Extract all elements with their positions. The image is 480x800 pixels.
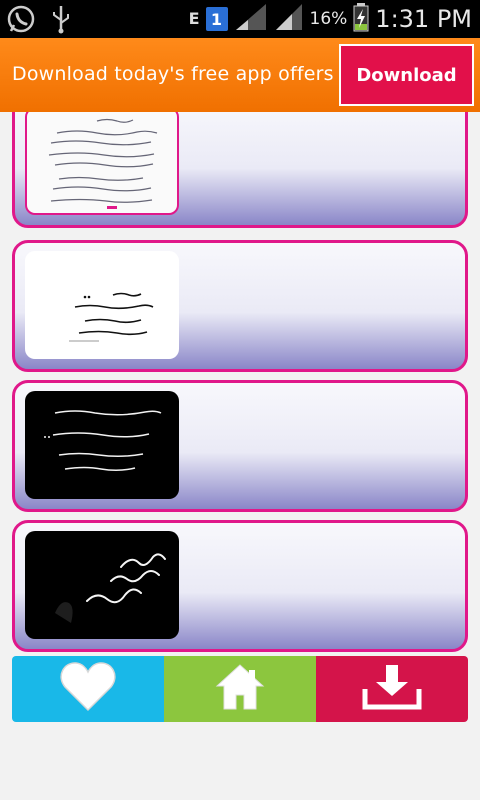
signal-icon [234, 2, 268, 36]
network-type: E [188, 9, 200, 28]
signal-icon-2 [274, 2, 304, 36]
favorites-button[interactable] [12, 656, 164, 722]
status-left [6, 4, 72, 38]
home-button[interactable] [164, 656, 316, 722]
download-icon [360, 663, 424, 715]
list-item[interactable] [12, 520, 468, 652]
whatsapp-icon [6, 4, 36, 38]
sim-badge: 1 [205, 7, 228, 31]
home-icon [215, 662, 265, 716]
battery-percent: 16% [309, 9, 348, 29]
status-bar: E 1 16% 1:31 PM [0, 0, 480, 38]
ad-text: Download today's free app offers [12, 63, 334, 85]
download-button[interactable] [316, 656, 468, 722]
usb-icon [50, 4, 72, 38]
heart-icon [60, 661, 116, 717]
ad-download-button[interactable]: Download [339, 44, 474, 106]
quote-image-1 [25, 112, 179, 215]
quote-image-2 [25, 251, 179, 359]
status-right: E 1 16% 1:31 PM [189, 2, 472, 36]
clock: 1:31 PM [375, 5, 472, 33]
list-item[interactable] [12, 380, 468, 512]
list-item[interactable] [12, 240, 468, 372]
ad-banner[interactable]: Download today's free app offers Downloa… [0, 38, 480, 112]
battery-charging-icon [353, 2, 369, 36]
list-item[interactable] [12, 112, 468, 228]
quote-list[interactable] [0, 112, 480, 652]
bottom-nav [12, 656, 468, 722]
quote-image-4 [25, 531, 179, 639]
quote-image-3 [25, 391, 179, 499]
